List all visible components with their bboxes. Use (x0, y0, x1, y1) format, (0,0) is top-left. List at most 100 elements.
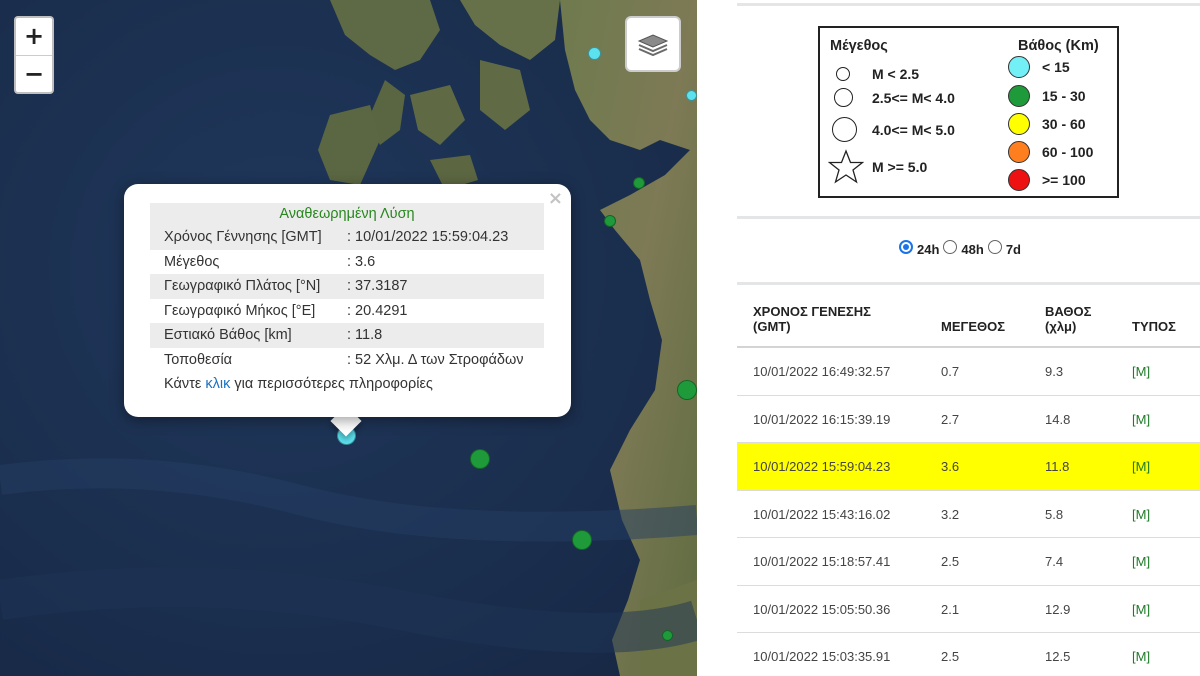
period-radio-48h[interactable] (943, 239, 958, 254)
map-view[interactable]: + − × Αναθεωρημένη Λύση Χρόνος Γέννησης … (0, 0, 697, 676)
quake-info-popup: × Αναθεωρημένη Λύση Χρόνος Γέννησης [GMT… (124, 184, 571, 417)
legend-depth-title: Βάθος (Km) (1018, 38, 1099, 54)
zoom-control: + − (14, 16, 54, 94)
legend-magnitude-title: Μέγεθος (830, 38, 888, 54)
cell-type[interactable]: [M] (1132, 412, 1150, 427)
table-row[interactable]: 10/01/2022 15:59:04.23 3.6 11.8 [M] (737, 443, 1200, 491)
divider (737, 216, 1200, 219)
popup-row: Εστιακό Βάθος [km] : 11.8 (150, 323, 544, 348)
popup-row: Γεωγραφικό Πλάτος [°N]: 37.3187 (150, 274, 544, 299)
legend-depth-item: 60 - 100 (1008, 141, 1093, 163)
sidebar: Μέγεθος Βάθος (Km) M < 2.5 2.5<= M< 4.0 … (697, 0, 1200, 676)
cell-type[interactable]: [M] (1132, 507, 1150, 522)
cell-time: 10/01/2022 16:15:39.19 (753, 411, 891, 427)
popup-row-value: : 52 Χλμ. Δ των Στροφάδων (347, 351, 524, 368)
cell-depth: 7.4 (1045, 554, 1064, 569)
more-info-link[interactable]: κλικ (205, 376, 230, 392)
cell-type[interactable]: [M] (1132, 459, 1150, 474)
popup-row: Τοποθεσία : 52 Χλμ. Δ των Στροφάδων (150, 348, 544, 373)
cell-magnitude: 2.7 (941, 411, 960, 427)
depth-color-swatch (1008, 85, 1030, 107)
popup-row-label: Τοποθεσία (164, 351, 233, 368)
cell-magnitude: 0.7 (941, 364, 960, 379)
header-depth-line2: (χλμ) (1045, 319, 1077, 334)
legend-magnitude-label: M < 2.5 (872, 66, 920, 82)
legend-depth-label: 15 - 30 (1042, 88, 1086, 104)
legend-magnitude-label: 2.5<= M< 4.0 (872, 89, 955, 106)
cell-depth: 5.8 (1045, 506, 1064, 522)
cell-depth: 12.5 (1045, 649, 1071, 664)
quake-marker[interactable] (686, 90, 697, 101)
quake-marker[interactable] (662, 630, 673, 641)
table-header: ΧΡΟΝΟΣ ΓΕΝΕΣΗΣ (GMT) ΜΕΓΕΘΟΣ ΒΑΘΟΣ (χλμ)… (737, 285, 1200, 348)
header-time-line1: ΧΡΟΝΟΣ ΓΕΝΕΣΗΣ (753, 304, 871, 319)
popup-row: Μέγεθος: 3.6 (150, 250, 544, 275)
layers-icon (637, 34, 669, 57)
popup-footer: Κάντε κλικ για περισσότερες πληροφορίες (150, 372, 544, 396)
popup-close-button[interactable]: × (548, 188, 563, 209)
period-label-48h: 48h (961, 242, 984, 257)
period-radio-7d[interactable] (987, 239, 1002, 254)
legend-magnitude-item: M < 2.5 (836, 66, 919, 82)
depth-color-swatch (1008, 141, 1030, 163)
header-type: ΤΥΠΟΣ (1132, 319, 1176, 334)
layers-button[interactable] (625, 16, 681, 72)
header-depth-line1: ΒΑΘΟΣ (1045, 304, 1092, 319)
quake-marker[interactable] (604, 215, 616, 227)
period-label-7d: 7d (1005, 242, 1021, 257)
cell-time: 10/01/2022 15:59:04.23 (753, 459, 891, 474)
large-circle-icon (832, 117, 857, 142)
cell-depth: 12.9 (1045, 601, 1071, 617)
header-magnitude: ΜΕΓΕΘΟΣ (941, 319, 1006, 334)
cell-type[interactable]: [M] (1132, 554, 1150, 569)
star-icon (828, 149, 864, 184)
popup-row-label: Εστιακό Βάθος [km] (164, 327, 292, 343)
quake-marker[interactable] (572, 530, 592, 550)
cell-type[interactable]: [M] (1132, 364, 1150, 379)
cell-time: 10/01/2022 15:43:16.02 (753, 506, 891, 522)
small-circle-icon (836, 67, 850, 81)
legend-magnitude-item: 4.0<= M< 5.0 (832, 117, 955, 142)
quake-marker[interactable] (677, 380, 697, 400)
legend-depth-label: >= 100 (1042, 172, 1086, 188)
legend-depth-item: 30 - 60 (1008, 113, 1086, 135)
zoom-in-button[interactable]: + (16, 18, 52, 55)
legend-magnitude-item: M >= 5.0 (828, 149, 927, 185)
cell-time: 10/01/2022 15:18:57.41 (753, 554, 891, 569)
depth-color-swatch (1008, 113, 1030, 135)
table-row[interactable]: 10/01/2022 16:49:32.57 0.7 9.3 [M] (737, 348, 1200, 396)
legend-magnitude-label: M >= 5.0 (872, 159, 928, 175)
legend-depth-item: < 15 (1008, 56, 1070, 78)
period-radio-24h[interactable] (899, 239, 913, 254)
cell-depth: 14.8 (1045, 411, 1071, 427)
popup-row-label: Μέγεθος (164, 253, 220, 270)
cell-magnitude: 2.1 (941, 601, 960, 617)
cell-magnitude: 3.6 (941, 459, 960, 474)
table-row[interactable]: 10/01/2022 15:03:35.91 2.5 12.5 [M] (737, 633, 1200, 676)
legend-depth-item: 15 - 30 (1008, 85, 1086, 107)
legend-depth-label: < 15 (1042, 59, 1070, 75)
popup-row: Χρόνος Γέννησης [GMT]: 10/01/2022 15:59:… (150, 225, 544, 250)
popup-title: Αναθεωρημένη Λύση (150, 203, 544, 225)
cell-time: 10/01/2022 15:03:35.91 (753, 649, 891, 664)
popup-row: Γεωγραφικό Μήκος [°E]: 20.4291 (150, 299, 544, 324)
cell-type[interactable]: [M] (1132, 649, 1150, 664)
cell-depth: 9.3 (1045, 364, 1064, 379)
popup-row-label: Γεωγραφικό Πλάτος [°N] (164, 278, 321, 294)
table-row[interactable]: 10/01/2022 16:15:39.19 2.7 14.8 [M] (737, 396, 1200, 443)
zoom-out-button[interactable]: − (16, 55, 52, 92)
popup-row-label: Χρόνος Γέννησης [GMT] (164, 229, 322, 245)
popup-row-value: : 11.8 (347, 327, 383, 343)
table-row[interactable]: 10/01/2022 15:18:57.41 2.5 7.4 [M] (737, 538, 1200, 586)
cell-time: 10/01/2022 15:05:50.36 (753, 601, 891, 617)
cell-magnitude: 2.5 (941, 649, 960, 664)
cell-depth: 11.8 (1045, 459, 1070, 474)
quake-marker[interactable] (633, 177, 645, 189)
cell-time: 10/01/2022 16:49:32.57 (753, 364, 891, 379)
cell-type[interactable]: [M] (1132, 602, 1150, 617)
popup-info-table: Αναθεωρημένη Λύση Χρόνος Γέννησης [GMT]:… (150, 203, 544, 396)
table-row[interactable]: 10/01/2022 15:43:16.02 3.2 5.8 [M] (737, 491, 1200, 538)
table-row[interactable]: 10/01/2022 15:05:50.36 2.1 12.9 [M] (737, 586, 1200, 633)
quake-marker[interactable] (588, 47, 601, 60)
quake-marker[interactable] (470, 449, 490, 469)
